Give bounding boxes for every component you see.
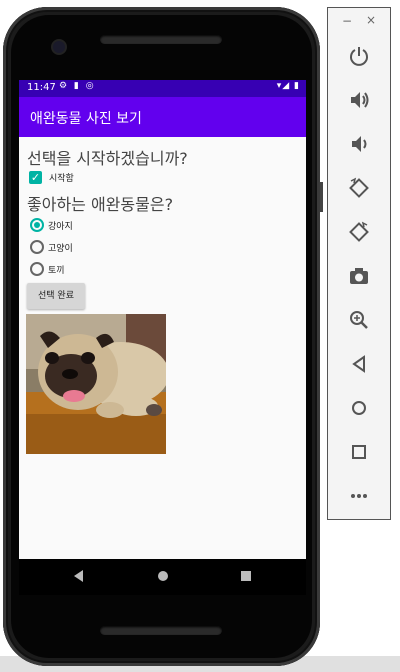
front-camera [53, 41, 65, 53]
nav-home-icon[interactable] [158, 571, 168, 581]
volume-down-icon[interactable] [346, 131, 372, 157]
device-screen: 11:47 ⚙ ▮ ◎ ▾◢ ▮ 애완동물 사진 보기 선택을 시작하겠습니까?… [19, 80, 306, 559]
home-icon[interactable] [346, 395, 372, 421]
start-question: 선택을 시작하겠습니까? [27, 149, 188, 168]
app-bar: 애완동물 사진 보기 [19, 97, 306, 137]
bottom-speaker [100, 626, 222, 635]
status-time: 11:47 [27, 82, 56, 93]
status-bar: 11:47 ⚙ ▮ ◎ ▾◢ ▮ [19, 80, 306, 97]
pet-photo [26, 314, 166, 454]
overview-icon[interactable] [346, 439, 372, 465]
radio-dog-label[interactable]: 강아지 [48, 219, 73, 232]
start-checkbox[interactable]: ✓ [29, 171, 42, 184]
radio-cat[interactable] [30, 240, 44, 254]
minimize-button[interactable]: − [342, 14, 352, 28]
rotate-left-icon[interactable] [346, 175, 372, 201]
pet-question: 좋아하는 애완동물은? [27, 195, 174, 214]
navigation-bar [19, 559, 306, 595]
close-button[interactable]: × [366, 13, 376, 27]
back-icon[interactable] [346, 351, 372, 377]
camera-icon[interactable] [346, 263, 372, 289]
app-title: 애완동물 사진 보기 [30, 111, 142, 127]
volume-up-icon[interactable] [346, 87, 372, 113]
more-icon[interactable] [346, 483, 372, 509]
radio-rabbit-label[interactable]: 토끼 [48, 263, 65, 276]
toolbar-window-controls: − × [328, 8, 390, 36]
zoom-icon[interactable] [346, 307, 372, 333]
rotate-right-icon[interactable] [346, 219, 372, 245]
emulator-toolbar: − × [327, 7, 391, 520]
nav-back-icon[interactable] [74, 570, 83, 582]
start-checkbox-label[interactable]: 시작함 [49, 171, 74, 184]
top-speaker [100, 35, 222, 44]
radio-cat-label[interactable]: 고양이 [48, 241, 73, 254]
power-icon[interactable] [346, 43, 372, 69]
radio-rabbit[interactable] [30, 262, 44, 276]
nav-recents-icon[interactable] [241, 571, 251, 581]
background-fragment [320, 182, 323, 212]
status-system-icons: ▾◢ ▮ [276, 81, 300, 91]
radio-dog[interactable] [30, 218, 44, 232]
done-button[interactable]: 선택 완료 [27, 283, 85, 309]
status-notification-icons: ⚙ ▮ ◎ [59, 81, 96, 91]
